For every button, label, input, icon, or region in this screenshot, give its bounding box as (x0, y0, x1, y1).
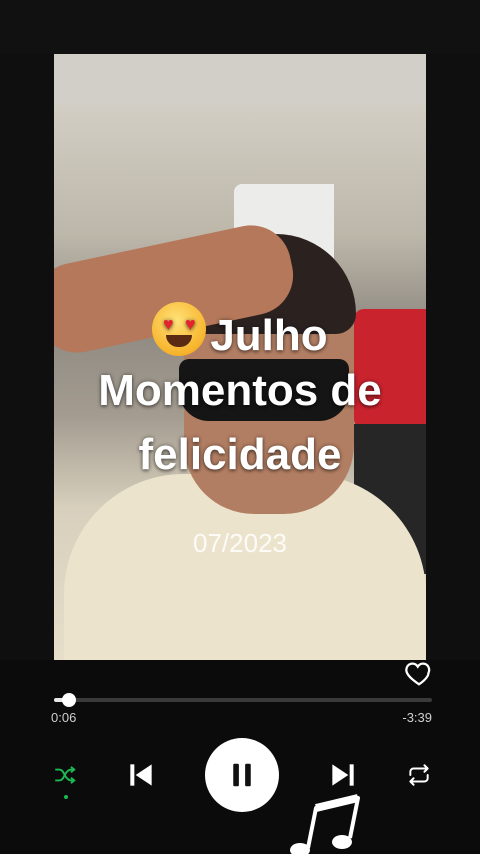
pause-button[interactable] (205, 738, 279, 812)
repeat-button[interactable] (403, 760, 435, 790)
cover-date: 07/2023 (193, 528, 287, 558)
shuffle-button[interactable] (50, 760, 80, 790)
remaining-time: -3:39 (402, 710, 432, 725)
shuffle-active-dot (64, 795, 68, 799)
previous-button[interactable] (122, 756, 160, 794)
pause-icon (233, 763, 251, 787)
next-icon (332, 764, 354, 786)
heart-icon[interactable] (404, 658, 434, 688)
right-margin (426, 54, 480, 660)
cover-title-month: Julho (210, 311, 328, 360)
cover-text-overlay: ♥ ♥ Julho Momentos de felicidade 07/2023 (54, 54, 426, 660)
heart-eyes-emoji-icon: ♥ ♥ (152, 302, 207, 356)
top-bar (0, 0, 480, 54)
progress-bar[interactable] (54, 693, 432, 707)
repeat-icon (409, 764, 429, 786)
cover-title-line-2: Momentos de (98, 366, 382, 415)
cover-image: ♥ ♥ Julho Momentos de felicidade 07/2023 (54, 54, 426, 660)
cover-title-line-1: ♥ ♥ Julho (54, 302, 426, 361)
left-margin (0, 54, 54, 660)
music-note-icon (290, 794, 360, 854)
progress-handle[interactable] (62, 693, 77, 707)
next-button[interactable] (324, 756, 362, 794)
elapsed-time: 0:06 (51, 710, 77, 725)
previous-icon (130, 764, 152, 786)
cover-title-line-3: felicidade (138, 430, 342, 479)
shuffle-icon (55, 766, 76, 784)
